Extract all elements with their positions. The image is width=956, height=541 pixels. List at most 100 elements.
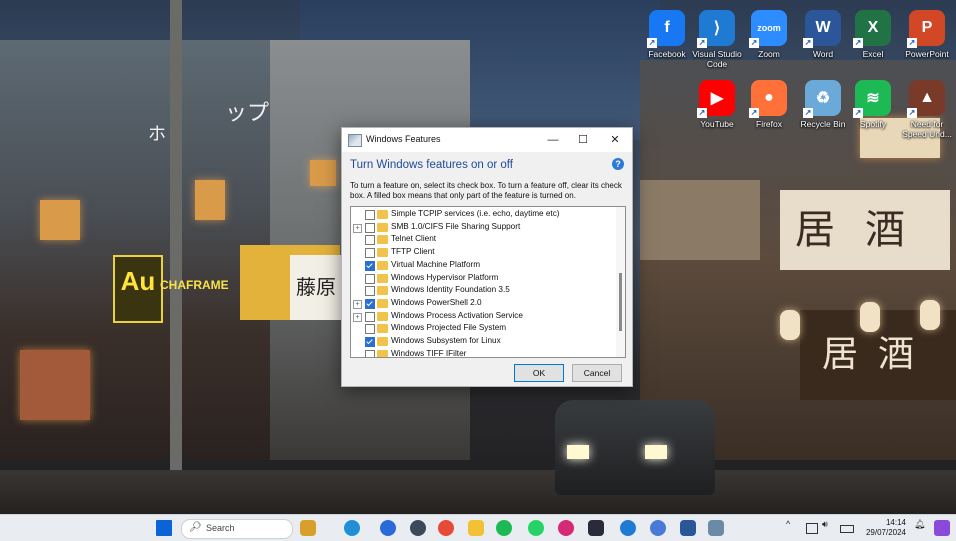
desktop-shortcut-label: Firefox [756, 119, 782, 129]
windows-start-icon[interactable] [156, 520, 172, 536]
zoom-icon: zoom ↗ [749, 10, 787, 48]
tray-display-icon[interactable] [806, 523, 818, 534]
feature-checkbox[interactable] [365, 286, 375, 297]
desktop-shortcut-label: PowerPoint [905, 49, 949, 59]
dialog-titlebar[interactable]: Windows Features — ☐ ✕ [342, 128, 632, 152]
minimize-button[interactable]: — [538, 128, 568, 152]
feature-item[interactable]: Telnet Client [351, 234, 611, 247]
desktop-shortcut[interactable]: zoom ↗ Zoom [742, 10, 796, 59]
feature-label: Windows PowerShell 2.0 [391, 297, 482, 307]
shortcut-arrow-icon: ↗ [697, 108, 707, 118]
feature-item[interactable]: + Windows Process Activation Service [351, 311, 611, 324]
folder-icon [377, 349, 388, 357]
folder-icon [377, 324, 388, 334]
feature-item[interactable]: Virtual Machine Platform [351, 260, 611, 273]
feature-label: Windows Hypervisor Platform [391, 272, 499, 282]
feature-checkbox[interactable] [365, 337, 375, 347]
close-button[interactable]: ✕ [600, 128, 630, 152]
feature-item[interactable]: + Windows PowerShell 2.0 [351, 298, 611, 311]
feature-checkbox[interactable] [365, 222, 375, 233]
car-headlight [645, 445, 667, 459]
icon-glyph: P [921, 19, 933, 36]
expand-icon[interactable]: + [353, 223, 362, 233]
terminal-icon[interactable] [588, 520, 604, 536]
features-tree-list[interactable]: Simple TCPIP services (i.e. echo, daytim… [350, 206, 626, 358]
desktop-shortcut-label: Excel [862, 49, 884, 59]
maximize-button[interactable]: ☐ [568, 128, 598, 152]
tray-chevron-icon[interactable]: ^ [786, 519, 790, 529]
desktop-shortcut[interactable]: f ↗ Facebook [640, 10, 694, 59]
feature-checkbox[interactable] [365, 260, 375, 271]
spotify-icon[interactable] [496, 520, 512, 536]
taskbar-search-box[interactable]: 🔎︎ Search [181, 519, 293, 539]
feature-checkbox[interactable] [365, 210, 375, 220]
shortcut-arrow-icon: ↗ [647, 38, 657, 48]
desktop-shortcut[interactable]: ▶ ↗ YouTube [690, 80, 744, 129]
expand-icon[interactable]: + [353, 299, 362, 309]
notification-bell-icon[interactable]: 🔔︎ [914, 519, 925, 530]
desktop-shortcut[interactable]: P ↗ PowerPoint [900, 10, 954, 59]
desktop-shortcut-label: Word [812, 49, 834, 59]
desktop-shortcut[interactable]: ● ↗ Firefox [742, 80, 796, 129]
widgets-icon[interactable] [300, 520, 316, 536]
feature-checkbox[interactable] [365, 273, 375, 284]
feature-item[interactable]: Windows Projected File System [351, 323, 611, 336]
tray-battery-icon[interactable] [840, 525, 854, 533]
desktop-shortcut[interactable]: ♻ ↗ Recycle Bin [796, 80, 850, 129]
list-scrollbar[interactable] [616, 207, 625, 357]
feature-item[interactable]: TFTP Client [351, 247, 611, 260]
wallpaper-utility-pole [170, 0, 182, 480]
feature-checkbox[interactable] [365, 349, 375, 357]
folder-icon [377, 260, 388, 270]
desktop-shortcut[interactable]: ▲ ↗ Need for Speed Und... [900, 80, 954, 139]
wallpaper-window [310, 160, 336, 186]
desktop-shortcut[interactable]: ≋ ↗ Spotify [846, 80, 900, 129]
shortcut-arrow-icon: ↗ [907, 38, 917, 48]
icon-glyph: zoom [757, 23, 781, 33]
cancel-button[interactable]: Cancel [572, 364, 622, 382]
scrollbar-thumb[interactable] [619, 273, 622, 331]
feature-checkbox[interactable] [365, 298, 375, 309]
copilot-icon[interactable] [934, 520, 950, 536]
notepad-icon[interactable] [708, 520, 724, 536]
icon-glyph: f [664, 19, 670, 36]
instagram-icon[interactable] [558, 520, 574, 536]
tray-volume-icon[interactable]: 🔊︎ [822, 519, 828, 530]
expand-icon[interactable]: + [353, 312, 362, 322]
taskbar-clock[interactable]: 14:14 29/07/2024 [856, 518, 906, 538]
desktop-shortcut[interactable]: W ↗ Word [796, 10, 850, 59]
feature-item[interactable]: Windows Subsystem for Linux [351, 336, 611, 349]
firefox-icon: ● ↗ [749, 80, 787, 118]
wallpaper-sign-katakana: ップ [225, 101, 270, 126]
feature-checkbox[interactable] [365, 235, 375, 246]
chrome-alt-icon[interactable] [650, 520, 666, 536]
help-icon[interactable]: ? [612, 158, 624, 170]
vscode-icon[interactable] [620, 520, 636, 536]
feature-label: Windows Subsystem for Linux [391, 336, 501, 345]
feature-item[interactable]: + SMB 1.0/CIFS File Sharing Support [351, 222, 611, 235]
file-explorer-icon[interactable] [468, 520, 484, 536]
feature-checkbox[interactable] [365, 311, 375, 322]
icon-glyph: ▶ [710, 90, 724, 107]
feature-checkbox[interactable] [365, 248, 375, 259]
feature-item[interactable]: Windows Hypervisor Platform [351, 273, 611, 286]
edge-icon[interactable] [344, 520, 360, 536]
feature-checkbox[interactable] [365, 324, 375, 335]
ok-button[interactable]: OK [514, 364, 564, 382]
search-icon: 🔎︎ [189, 522, 202, 533]
dialog-description: To turn a feature on, select its check b… [350, 181, 622, 200]
wallpaper-lantern [780, 310, 800, 340]
desktop-shortcut[interactable]: ⟩ ↗ Visual Studio Code [690, 10, 744, 69]
shortcut-arrow-icon: ↗ [853, 38, 863, 48]
store-icon[interactable] [380, 520, 396, 536]
word-icon[interactable] [680, 520, 696, 536]
camera-icon[interactable] [410, 520, 426, 536]
feature-item[interactable]: Windows Identity Foundation 3.5 [351, 285, 611, 298]
whatsapp-icon[interactable] [528, 520, 544, 536]
wallpaper-sign-izakaya: 居酒 [780, 190, 950, 270]
feature-item[interactable]: Windows TIFF IFilter [351, 349, 611, 357]
desktop-shortcut[interactable]: X ↗ Excel [846, 10, 900, 59]
chrome-icon[interactable] [438, 520, 454, 536]
feature-item[interactable]: Simple TCPIP services (i.e. echo, daytim… [351, 209, 611, 222]
folder-icon [377, 248, 388, 258]
